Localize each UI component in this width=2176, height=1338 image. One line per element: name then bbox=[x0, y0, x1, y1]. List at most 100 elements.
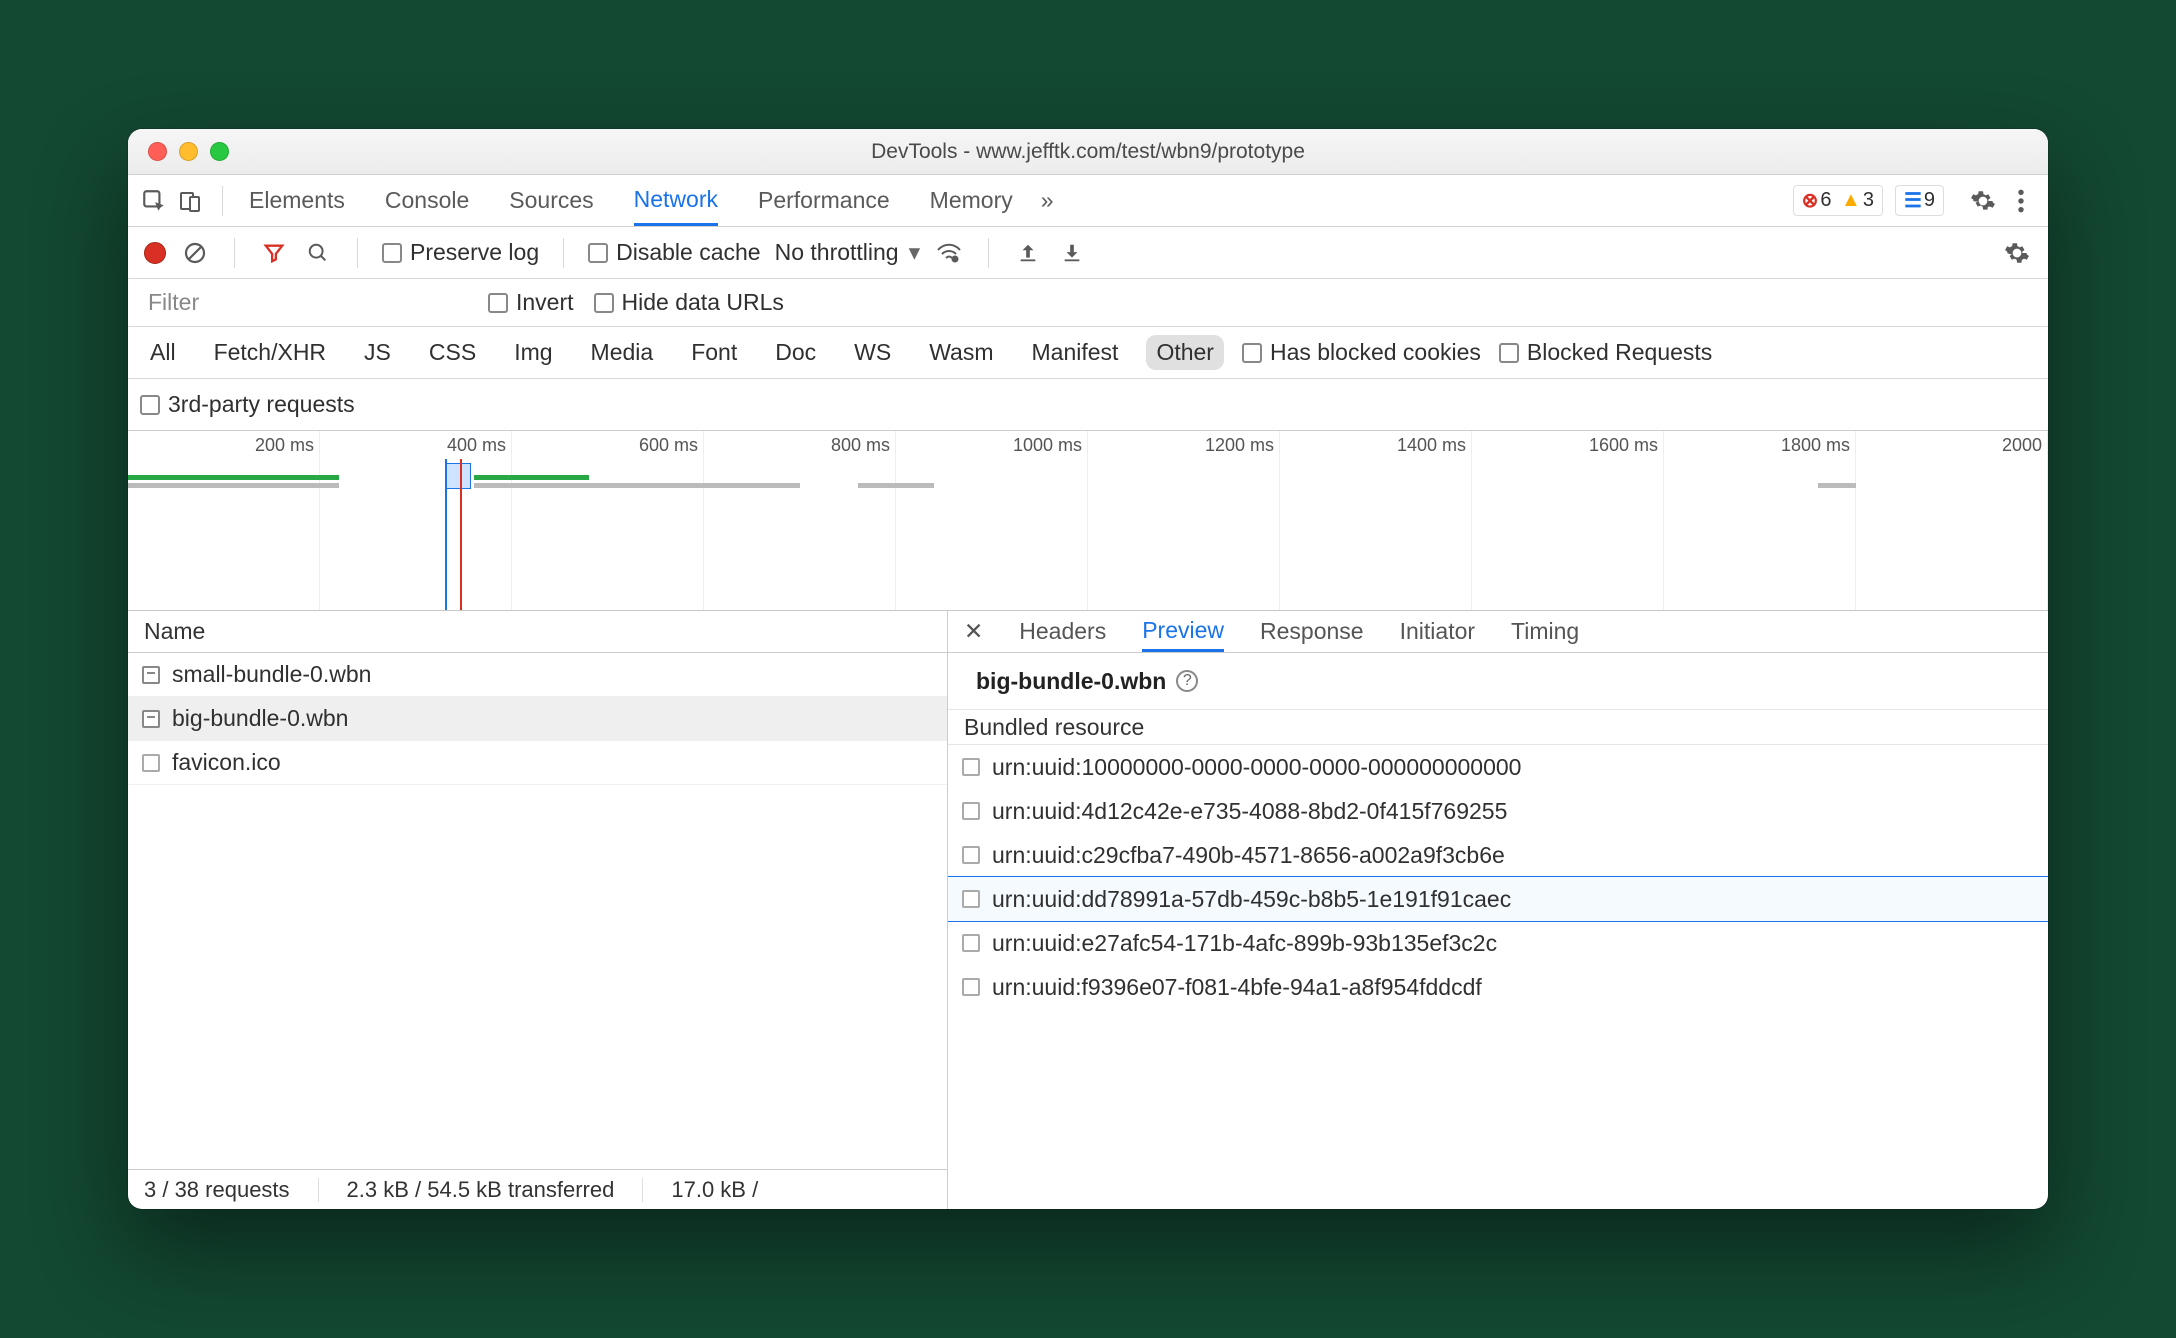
type-doc[interactable]: Doc bbox=[765, 335, 826, 370]
preserve-log-checkbox[interactable]: Preserve log bbox=[382, 239, 539, 266]
error-count-badge[interactable]: ⊗ 6 ▲ 3 bbox=[1793, 185, 1883, 216]
request-list-pane: Name small-bundle-0.wbn big-bundle-0.wbn f… bbox=[128, 611, 948, 1209]
request-row[interactable]: favicon.ico bbox=[128, 741, 947, 785]
detail-tabs: ✕ Headers Preview Response Initiator Timing bbox=[948, 611, 2048, 653]
invert-checkbox[interactable]: Invert bbox=[488, 289, 574, 316]
bundled-resource-row[interactable]: urn:uuid:c29cfba7-490b-4571-8656-a002a9f… bbox=[948, 833, 2048, 877]
file-icon bbox=[962, 758, 980, 776]
blocked-requests-checkbox[interactable]: Blocked Requests bbox=[1499, 339, 1712, 366]
bundled-resource-row[interactable]: urn:uuid:dd78991a-57db-459c-b8b5-1e191f9… bbox=[948, 877, 2048, 921]
disable-cache-checkbox[interactable]: Disable cache bbox=[588, 239, 760, 266]
resource-urn: urn:uuid:4d12c42e-e735-4088-8bd2-0f415f7… bbox=[992, 798, 1507, 825]
network-settings-icon[interactable] bbox=[2002, 238, 2032, 268]
network-conditions-icon[interactable] bbox=[934, 238, 964, 268]
type-manifest[interactable]: Manifest bbox=[1022, 335, 1129, 370]
timeline-tick: 1800 ms bbox=[1781, 435, 1850, 456]
file-icon bbox=[962, 978, 980, 996]
messages-badge[interactable]: ☰ 9 bbox=[1895, 185, 1944, 216]
tab-console[interactable]: Console bbox=[385, 175, 469, 226]
tab-performance[interactable]: Performance bbox=[758, 175, 890, 226]
detail-tab-response[interactable]: Response bbox=[1260, 611, 1364, 652]
filter-input[interactable]: Filter bbox=[138, 287, 468, 319]
help-icon[interactable]: ? bbox=[1176, 670, 1198, 692]
timeline-tick: 400 ms bbox=[447, 435, 506, 456]
type-img[interactable]: Img bbox=[504, 335, 562, 370]
tab-elements[interactable]: Elements bbox=[249, 175, 345, 226]
close-window-button[interactable] bbox=[148, 142, 167, 161]
error-icon: ⊗ bbox=[1802, 188, 1819, 213]
type-other[interactable]: Other bbox=[1146, 335, 1224, 370]
detail-tab-timing[interactable]: Timing bbox=[1511, 611, 1579, 652]
tab-network[interactable]: Network bbox=[634, 175, 718, 226]
detail-tab-initiator[interactable]: Initiator bbox=[1400, 611, 1475, 652]
throttling-select[interactable]: No throttling ▾ bbox=[775, 239, 921, 266]
status-bar: 3 / 38 requests 2.3 kB / 54.5 kB transfe… bbox=[128, 1169, 947, 1209]
warning-count: 3 bbox=[1863, 189, 1874, 212]
request-row[interactable]: small-bundle-0.wbn bbox=[128, 653, 947, 697]
third-party-checkbox[interactable]: 3rd-party requests bbox=[140, 391, 355, 418]
upload-har-icon[interactable] bbox=[1013, 238, 1043, 268]
inspect-element-icon[interactable] bbox=[140, 187, 168, 215]
bundled-resource-row[interactable]: urn:uuid:10000000-0000-0000-0000-0000000… bbox=[948, 745, 2048, 789]
messages-icon: ☰ bbox=[1904, 188, 1922, 213]
file-icon bbox=[142, 754, 160, 772]
request-detail-pane: ✕ HeadersPreviewResponseInitiatorTiming … bbox=[948, 611, 2048, 1209]
timeline-tick: 1200 ms bbox=[1205, 435, 1274, 456]
main-tabs-row: Elements Console Sources Network Performance… bbox=[128, 175, 2048, 227]
chevron-down-icon: ▾ bbox=[909, 239, 921, 266]
request-row[interactable]: big-bundle-0.wbn bbox=[128, 697, 947, 741]
traffic-lights bbox=[148, 142, 229, 161]
error-count: 6 bbox=[1820, 189, 1831, 212]
warning-icon: ▲ bbox=[1841, 189, 1861, 212]
timeline-tick: 200 ms bbox=[255, 435, 314, 456]
status-resources: 17.0 kB / bbox=[671, 1177, 758, 1203]
devtools-window: DevTools - www.jefftk.com/test/wbn9/prot… bbox=[128, 129, 2048, 1209]
type-css[interactable]: CSS bbox=[419, 335, 486, 370]
tabs-overflow-button[interactable]: » bbox=[1041, 175, 1054, 226]
tab-memory[interactable]: Memory bbox=[930, 175, 1013, 226]
preview-title: big-bundle-0.wbn bbox=[976, 668, 1166, 695]
timeline-tick: 800 ms bbox=[831, 435, 890, 456]
type-fetch-xhr[interactable]: Fetch/XHR bbox=[204, 335, 336, 370]
bundled-resource-row[interactable]: urn:uuid:4d12c42e-e735-4088-8bd2-0f415f7… bbox=[948, 789, 2048, 833]
type-media[interactable]: Media bbox=[581, 335, 664, 370]
network-overview[interactable]: 200 ms 400 ms 600 ms 800 ms 1000 ms 1200 ms 14… bbox=[128, 431, 2048, 611]
request-name: big-bundle-0.wbn bbox=[172, 705, 348, 732]
network-toolbar: Preserve log Disable cache No throttling… bbox=[128, 227, 2048, 279]
device-toolbar-icon[interactable] bbox=[176, 187, 204, 215]
timeline-tick: 600 ms bbox=[639, 435, 698, 456]
type-ws[interactable]: WS bbox=[844, 335, 901, 370]
type-js[interactable]: JS bbox=[354, 335, 401, 370]
clear-icon[interactable] bbox=[180, 238, 210, 268]
fullscreen-window-button[interactable] bbox=[210, 142, 229, 161]
more-menu-icon[interactable] bbox=[2006, 186, 2036, 216]
window-title: DevTools - www.jefftk.com/test/wbn9/prot… bbox=[128, 140, 2048, 164]
detail-tab-preview[interactable]: Preview bbox=[1142, 611, 1224, 652]
timeline-tick: 1000 ms bbox=[1013, 435, 1082, 456]
type-filter-row-2: 3rd-party requests bbox=[128, 379, 2048, 431]
bundled-resource-row[interactable]: urn:uuid:f9396e07-f081-4bfe-94a1-a8f954f… bbox=[948, 965, 2048, 1009]
document-icon bbox=[142, 710, 160, 728]
bundled-resource-row[interactable]: urn:uuid:e27afc54-171b-4afc-899b-93b135e… bbox=[948, 921, 2048, 965]
filter-toggle-icon[interactable] bbox=[259, 238, 289, 268]
settings-icon[interactable] bbox=[1968, 186, 1998, 216]
preview-title-row: big-bundle-0.wbn ? bbox=[948, 653, 2048, 709]
close-detail-icon[interactable]: ✕ bbox=[964, 618, 983, 645]
console-counters[interactable]: ⊗ 6 ▲ 3 ☰ 9 bbox=[1793, 185, 1944, 216]
document-icon bbox=[142, 666, 160, 684]
file-icon bbox=[962, 890, 980, 908]
hide-data-urls-checkbox[interactable]: Hide data URLs bbox=[594, 289, 784, 316]
has-blocked-cookies-checkbox[interactable]: Has blocked cookies bbox=[1242, 339, 1481, 366]
search-icon[interactable] bbox=[303, 238, 333, 268]
tab-sources[interactable]: Sources bbox=[509, 175, 593, 226]
download-har-icon[interactable] bbox=[1057, 238, 1087, 268]
timeline-tick: 1400 ms bbox=[1397, 435, 1466, 456]
type-all[interactable]: All bbox=[140, 335, 186, 370]
type-wasm[interactable]: Wasm bbox=[919, 335, 1003, 370]
type-font[interactable]: Font bbox=[681, 335, 747, 370]
mac-titlebar: DevTools - www.jefftk.com/test/wbn9/prot… bbox=[128, 129, 2048, 175]
detail-tab-headers[interactable]: Headers bbox=[1019, 611, 1106, 652]
name-column-header[interactable]: Name bbox=[128, 611, 947, 653]
minimize-window-button[interactable] bbox=[179, 142, 198, 161]
record-button[interactable] bbox=[144, 242, 166, 264]
